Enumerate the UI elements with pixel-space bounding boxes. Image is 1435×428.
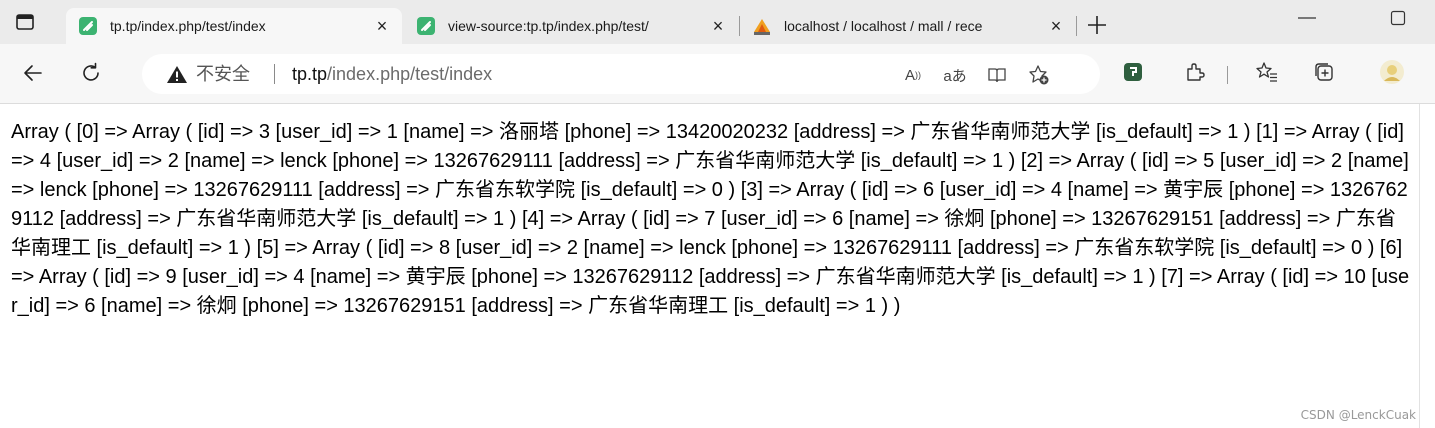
immersive-reader-button[interactable] [984,64,1010,86]
tab-title: tp.tp/index.php/test/index [110,18,266,34]
collections-icon [1315,63,1333,81]
translate-button[interactable]: aあ [942,64,968,86]
read-aloud-button[interactable]: A)) [900,64,926,86]
tab-strip: tp.tp/index.php/test/index × view-source… [0,0,1435,44]
thinkphp-favicon-icon [79,17,97,35]
extensions-icon [1187,63,1205,81]
tab-3[interactable]: localhost / localhost / mall / rece × [740,8,1076,44]
address-bar[interactable]: 不安全 tp.tp/index.php/test/index A)) aあ [142,54,1100,94]
tab-actions-button[interactable] [14,12,36,32]
url-text[interactable]: tp.tp/index.php/test/index [292,63,492,85]
profile-button[interactable] [1378,58,1406,86]
plus-icon[interactable] [1086,14,1108,36]
close-icon[interactable]: × [708,16,728,36]
toolbar-divider [1227,66,1228,84]
security-label[interactable]: 不安全 [196,64,250,84]
refresh-icon [83,62,99,81]
php-array-output: Array ( [0] => Array ( [id] => 3 [user_i… [11,121,1410,317]
url-host: tp.tp [292,64,328,84]
warning-icon[interactable] [166,64,188,84]
thinkphp-favicon-icon [417,17,435,35]
address-divider [274,64,275,84]
profile-icon [1380,60,1404,84]
extension-icon [1124,63,1142,81]
back-icon [24,65,42,81]
refresh-button[interactable] [76,58,106,88]
url-path: /index.php/test/index [327,64,493,84]
back-button[interactable] [18,58,48,88]
tab-1[interactable]: tp.tp/index.php/test/index × [66,8,402,44]
add-favorite-button[interactable] [1026,64,1052,86]
immersive-reader-icon [988,68,1006,83]
close-icon[interactable]: × [372,16,392,36]
close-icon[interactable]: × [1046,16,1066,36]
translate-icon: aあ [943,67,967,85]
extension-button[interactable] [1119,58,1147,86]
minimize-icon[interactable] [1296,10,1318,26]
tab-actions-icon [16,14,34,30]
page-content: Array ( [0] => Array ( [id] => 3 [user_i… [0,104,1420,428]
tab-title: view-source:tp.tp/index.php/test/ [448,18,649,34]
browser-toolbar: 不安全 tp.tp/index.php/test/index A)) aあ [0,44,1435,104]
collections-button[interactable] [1310,58,1338,86]
favorites-icon [1256,62,1277,82]
maximize-icon[interactable] [1390,10,1406,26]
add-favorite-icon [1029,65,1049,85]
favorites-button[interactable] [1253,58,1281,86]
watermark: CSDN @LenckCuak [1300,408,1416,422]
extensions-button[interactable] [1181,58,1209,86]
tab-2[interactable]: view-source:tp.tp/index.php/test/ × [404,8,738,44]
tab-title: localhost / localhost / mall / rece [784,18,983,34]
phpmyadmin-favicon-icon [754,19,770,35]
read-aloud-icon: A [904,66,915,84]
tab-divider [1076,16,1077,36]
